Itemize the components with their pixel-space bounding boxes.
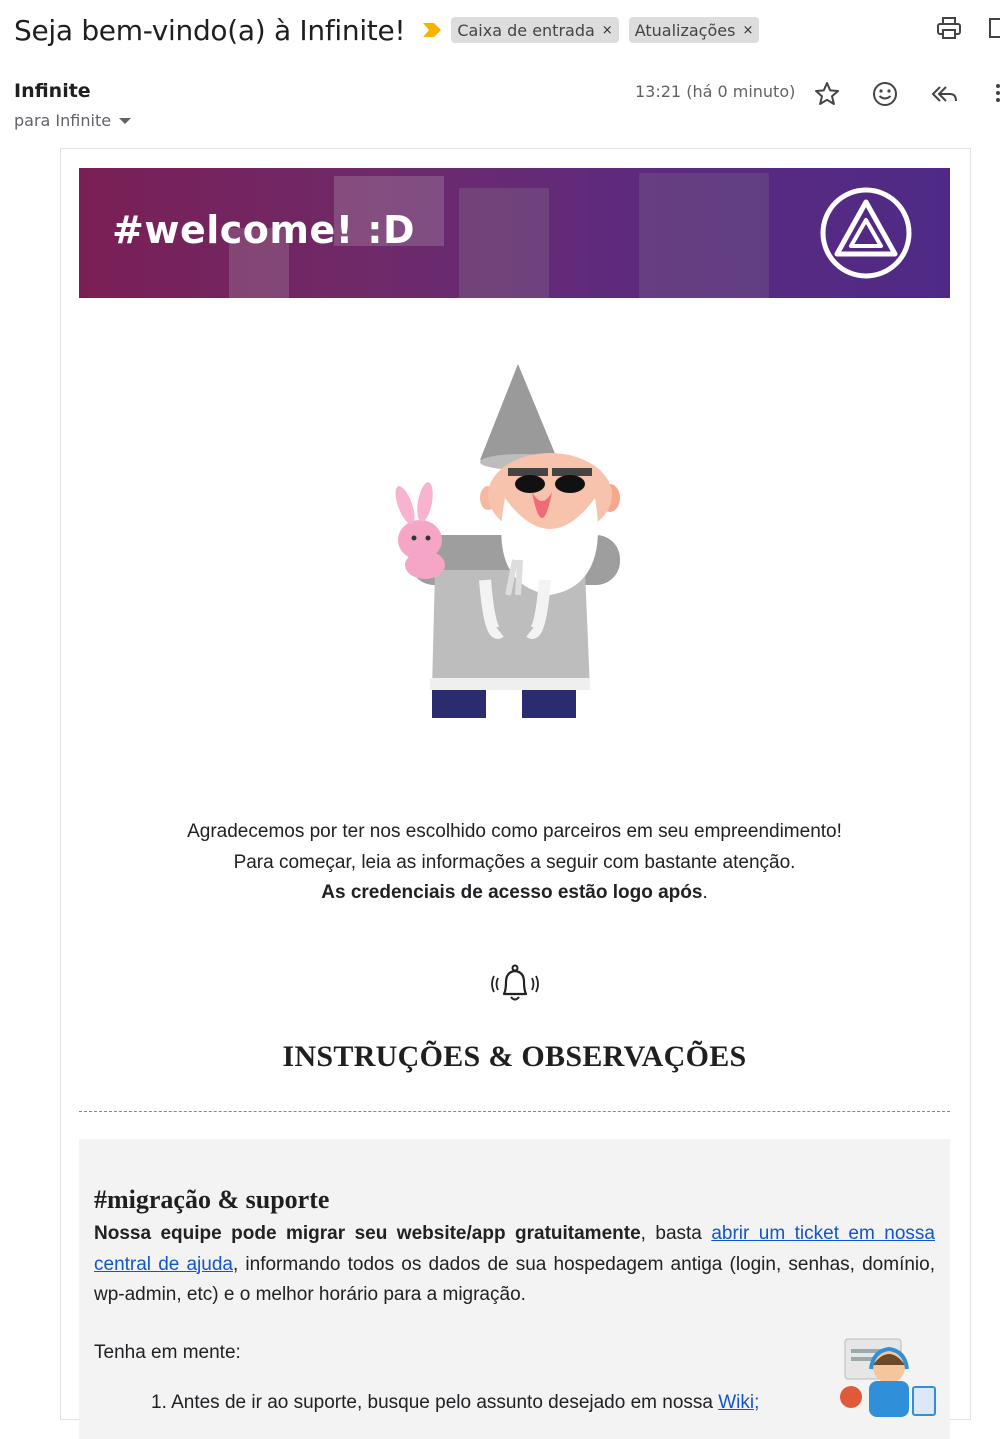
infinite-logo-icon [820, 187, 912, 279]
recipient-label: para Infinite [14, 111, 112, 130]
sender-name: Infinite [14, 80, 91, 102]
keep-in-mind-label: Tenha em mente: [94, 1342, 241, 1363]
star-icon[interactable] [813, 80, 841, 108]
emoji-reaction-icon[interactable] [871, 80, 899, 108]
intro-line: Agradecemos por ter nos escolhido como p… [187, 821, 842, 842]
subject-row: Seja bem-vindo(a) à Infinite! Caixa de e… [14, 10, 760, 50]
intro-text: Agradecemos por ter nos escolhido como p… [79, 817, 950, 909]
bell-icon [491, 964, 539, 1001]
welcome-banner: #welcome! :D [79, 168, 950, 298]
wiki-link[interactable]: Wiki; [718, 1392, 759, 1413]
credentials-note: As credenciais de acesso estão logo após [321, 882, 703, 903]
migration-text-1: , basta [640, 1223, 712, 1244]
support-agent-illustration [840, 1338, 936, 1417]
bunny-illustration [395, 482, 445, 579]
print-icon[interactable] [935, 14, 963, 42]
section-title: INSTRUÇÕES & OBSERVAÇÕES [282, 1040, 747, 1073]
label-updates-name: Atualizações [634, 20, 736, 40]
migration-bold-lead: Nossa equipe pode migrar seu website/app… [94, 1223, 641, 1244]
message-timestamp: 13:21 (há 0 minuto) [635, 82, 796, 101]
recipient-details-toggle[interactable]: para Infinite [14, 111, 132, 130]
remove-label-inbox-button[interactable]: × [602, 23, 613, 38]
remove-label-updates-button[interactable]: × [742, 23, 753, 38]
intro-line: Para começar, leia as informações a segu… [233, 851, 796, 873]
chevron-down-icon [119, 117, 132, 124]
divider [79, 1111, 950, 1112]
banner-title: #welcome! :D [112, 208, 416, 252]
migration-support-panel: #migração & suporte Nossa equipe pode mi… [79, 1139, 950, 1439]
credentials-note-end: . [702, 882, 708, 903]
reply-all-icon[interactable] [930, 80, 958, 108]
intro-credentials-line: As credenciais de acesso estão logo após… [79, 878, 950, 909]
list-item-text: Antes de ir ao suporte, busque pelo assu… [171, 1392, 719, 1413]
migration-paragraph: Nossa equipe pode migrar seu website/app… [94, 1219, 935, 1311]
list-item-number: 1. [151, 1392, 167, 1413]
email-subject: Seja bem-vindo(a) à Infinite! [14, 13, 406, 47]
label-updates[interactable]: Atualizações × [628, 17, 760, 43]
label-inbox[interactable]: Caixa de entrada × [451, 17, 619, 43]
more-options-icon[interactable] [996, 82, 1000, 104]
list-item: 1. Antes de ir ao suporte, busque pelo a… [151, 1392, 759, 1414]
label-inbox-name: Caixa de entrada [457, 20, 595, 40]
wizard-illustration [395, 364, 620, 718]
importance-marker-icon[interactable] [423, 23, 442, 37]
migration-heading: #migração & suporte [94, 1185, 330, 1214]
open-in-new-window-icon[interactable] [986, 14, 1000, 42]
